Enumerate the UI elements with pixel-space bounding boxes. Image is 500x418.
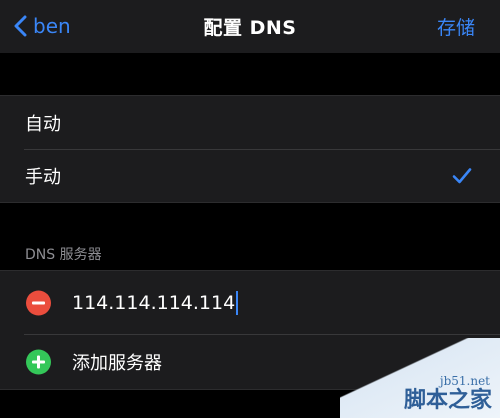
watermark-name: 脚本之家 <box>403 388 492 413</box>
navigation-bar: ben 配置 DNS 存储 <box>0 0 500 53</box>
mode-option-manual[interactable]: 手动 <box>0 149 500 202</box>
dns-section-header: DNS 服务器 <box>25 247 102 263</box>
delete-server-button[interactable] <box>26 290 51 315</box>
mode-option-label: 手动 <box>25 166 61 188</box>
dns-server-field[interactable]: 114.114.114.114 <box>72 290 239 315</box>
minus-icon <box>32 301 45 304</box>
page-title: 配置 DNS <box>203 17 297 39</box>
save-button[interactable]: 存储 <box>437 13 475 40</box>
mode-group: 自动 手动 <box>0 95 500 203</box>
watermark: jb51.net 脚本之家 <box>340 338 500 418</box>
mode-option-auto[interactable]: 自动 <box>0 96 500 149</box>
dns-server-value: 114.114.114.114 <box>72 291 236 314</box>
mode-option-label: 自动 <box>25 113 61 135</box>
add-server-label: 添加服务器 <box>72 352 162 374</box>
text-cursor <box>236 290 239 315</box>
dns-server-row: 114.114.114.114 <box>0 271 500 334</box>
add-server-button[interactable] <box>26 349 51 374</box>
checkmark-icon <box>452 167 472 183</box>
